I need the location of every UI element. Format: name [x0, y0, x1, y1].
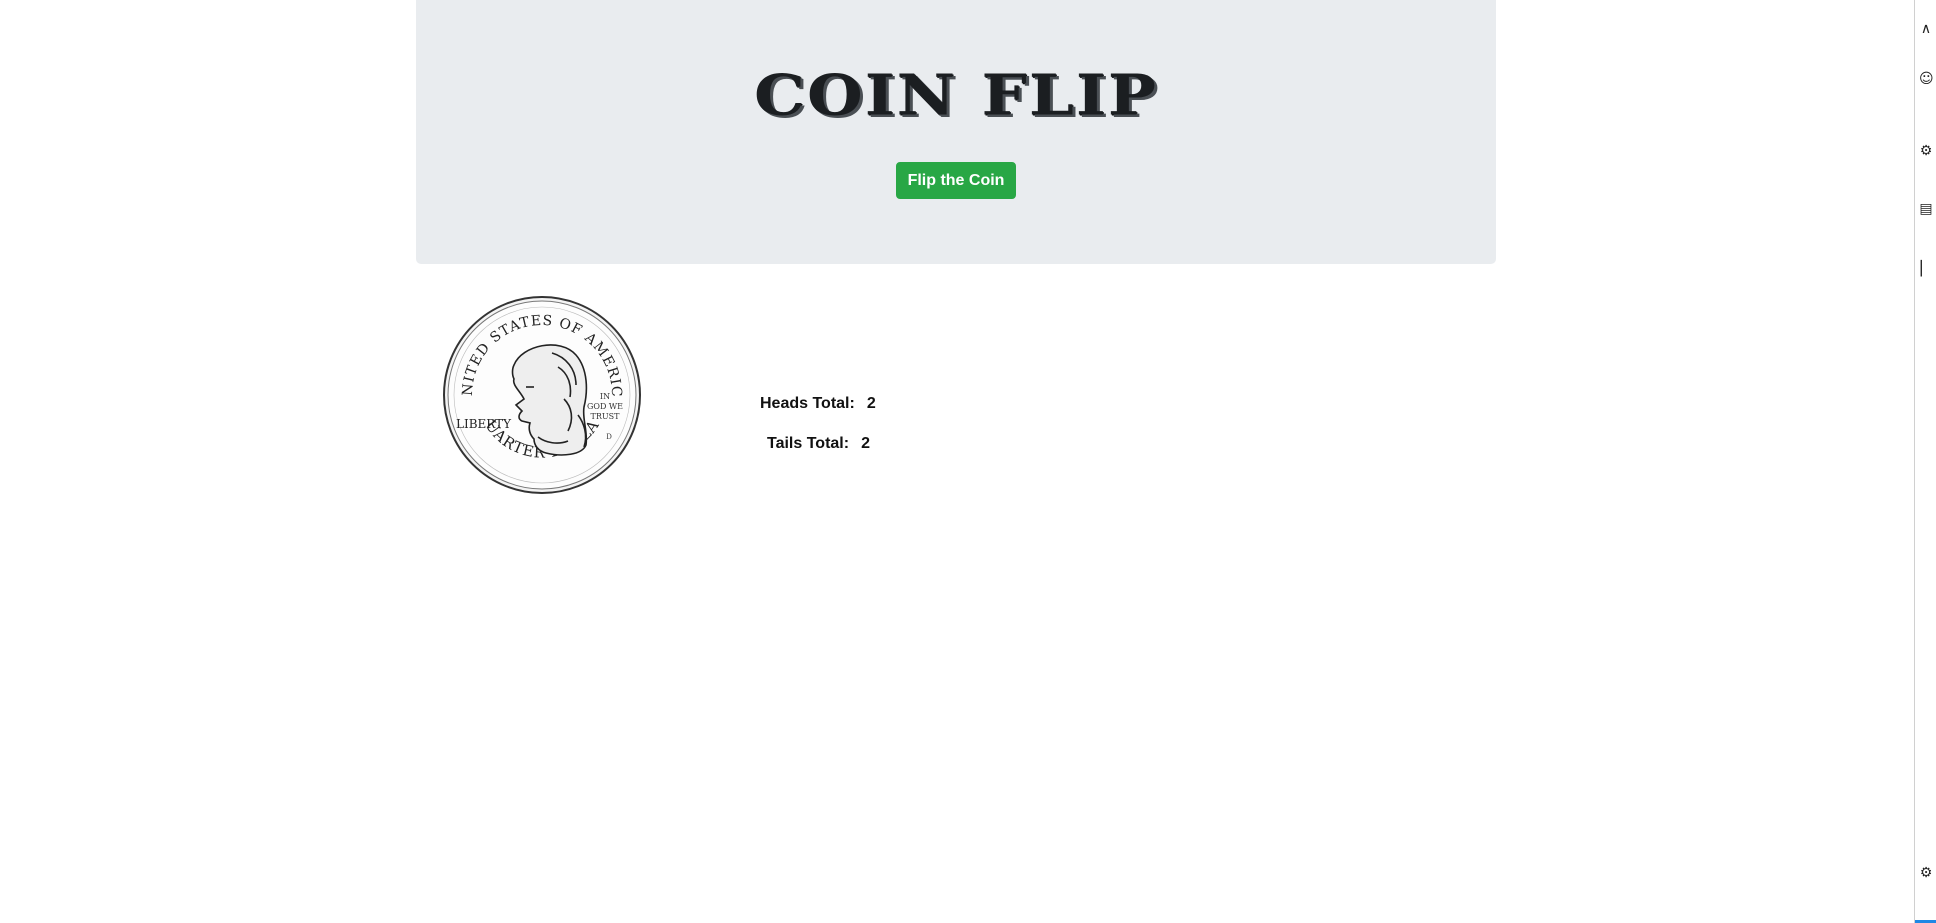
page: COIN FLIP Flip the Coin UNITED STATES OF…: [0, 0, 1914, 923]
panel-icon[interactable]: ▏: [1919, 262, 1933, 276]
person-icon[interactable]: ☺: [1919, 72, 1934, 86]
header-jumbotron: COIN FLIP: [416, 0, 1496, 264]
coin-mint-mark: D: [606, 433, 612, 441]
gear-icon[interactable]: ⚙: [1919, 144, 1933, 158]
tails-total-label: Tails Total:: [767, 435, 850, 452]
page-title: COIN FLIP: [754, 62, 1158, 129]
heads-total-value: 2: [866, 395, 876, 412]
coin-image: UNITED STATES OF AMERICA QUARTER DOLLAR …: [442, 295, 641, 494]
coin-motto-line-1: IN: [600, 392, 610, 401]
coin-motto-line-3: TRUST: [591, 412, 621, 421]
grid-icon[interactable]: ▤: [1919, 202, 1933, 216]
heads-total: Heads Total: 2: [760, 395, 876, 413]
coin-motto-line-2: GOD WE: [587, 402, 623, 411]
coin-liberty-text: LIBERTY: [456, 417, 512, 431]
settings-icon[interactable]: ⚙: [1919, 866, 1933, 880]
browser-side-strip: ∧ ☺ ⚙ ▤ ▏ ⚙: [1914, 0, 1936, 923]
tails-total-value: 2: [861, 435, 870, 452]
flip-coin-button[interactable]: Flip the Coin: [896, 162, 1016, 199]
tails-total: Tails Total: 2: [767, 435, 870, 453]
heads-total-label: Heads Total:: [760, 395, 855, 412]
chevron-up-icon[interactable]: ∧: [1919, 22, 1933, 36]
